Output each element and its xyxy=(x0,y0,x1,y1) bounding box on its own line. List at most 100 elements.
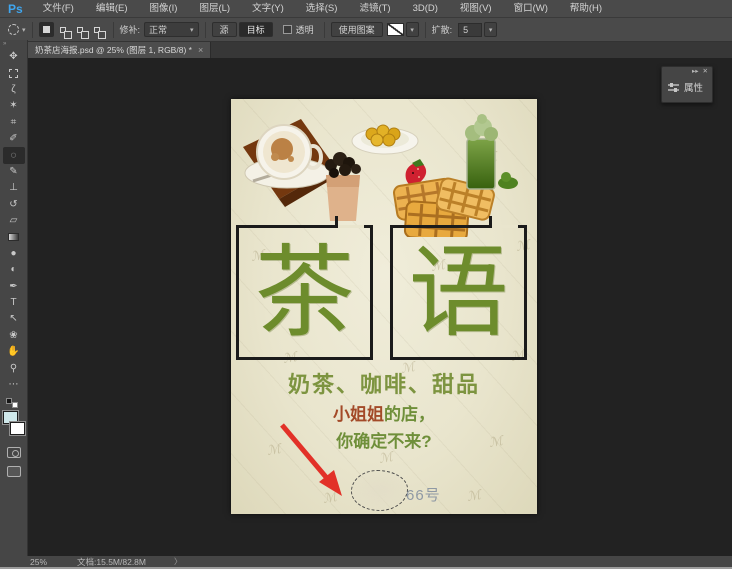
use-pattern-button[interactable]: 使用图案 xyxy=(330,22,383,37)
subtract-selection-mode-button[interactable] xyxy=(73,22,90,39)
caret-down-icon: ▾ xyxy=(410,26,414,34)
pen-tool[interactable]: ✒ xyxy=(3,278,25,294)
hand-tool[interactable]: ✋ xyxy=(3,344,25,360)
dodge-tool[interactable]: ◐ xyxy=(3,262,25,278)
move-tool[interactable]: ✥ xyxy=(3,49,25,65)
coffee-cup-image xyxy=(243,119,335,207)
transparent-label: 透明 xyxy=(295,25,314,35)
eyedropper-tool[interactable]: ✐ xyxy=(3,131,25,147)
crop-tool[interactable]: ⌗ xyxy=(3,115,25,131)
clone-stamp-tool[interactable]: ⊥ xyxy=(3,180,25,196)
collapse-panel-icon[interactable]: ▸▸ xyxy=(692,69,699,76)
color-swatches xyxy=(1,410,26,437)
transparent-checkbox[interactable] xyxy=(282,25,292,34)
eraser-tool[interactable]: ▱ xyxy=(3,213,25,229)
history-brush-tool[interactable]: ↺ xyxy=(3,197,25,213)
intersect-selection-mode-button[interactable] xyxy=(90,22,107,39)
status-bar: 25% 文档:15.5M/82.8M 〉 xyxy=(0,556,732,567)
menu-view[interactable]: 视图(V) xyxy=(449,0,503,18)
edit-toolbar-button[interactable]: ⋯ xyxy=(3,377,25,393)
blur-tool[interactable]: ● xyxy=(3,246,25,262)
default-colors-icon[interactable] xyxy=(5,398,22,409)
subtract-selection-icon xyxy=(77,26,90,39)
properties-panel-label: 属性 xyxy=(684,83,704,94)
gradient-icon xyxy=(8,233,19,242)
menu-image[interactable]: 图像(I) xyxy=(139,0,189,18)
patch-target-button[interactable]: 目标 xyxy=(238,22,273,37)
caret-down-icon: ▾ xyxy=(488,26,493,34)
poster-title-char-left: 茶 xyxy=(254,233,355,351)
properties-panel-button[interactable]: 属性 xyxy=(662,80,712,94)
quick-selection-tool[interactable]: ✶ xyxy=(3,98,25,114)
watermark: ℳ xyxy=(377,449,395,468)
custom-shape-tool[interactable]: ❀ xyxy=(3,328,25,344)
patch-tool[interactable]: ◌ xyxy=(2,147,25,164)
poster-line2-highlight: 小姐姐 xyxy=(333,405,384,424)
menu-layer[interactable]: 图层(L) xyxy=(188,0,241,18)
caret-down-icon[interactable]: ▾ xyxy=(22,26,26,34)
patch-mode-value: 正常 xyxy=(149,25,168,35)
brush-tool[interactable]: ✎ xyxy=(3,164,25,180)
dessert-plate-image xyxy=(351,124,419,155)
diffusion-value-input[interactable]: 5 xyxy=(458,22,483,37)
divider xyxy=(323,21,325,38)
zoom-level-field[interactable]: 25% xyxy=(30,557,47,567)
path-selection-tool[interactable]: ↖ xyxy=(3,311,25,327)
menu-edit[interactable]: 编辑(E) xyxy=(85,0,139,18)
poster-line2-rest: 的店， xyxy=(384,405,435,424)
add-selection-icon xyxy=(60,26,73,39)
diffusion-label: 扩散: xyxy=(431,25,453,35)
rectangular-marquee-tool[interactable] xyxy=(3,65,25,81)
gradient-tool[interactable] xyxy=(3,229,25,245)
tool-preset-picker[interactable]: ▾ xyxy=(8,24,26,35)
tools-panel-collapse-icon[interactable]: » xyxy=(0,40,27,49)
menu-file[interactable]: 文件(F) xyxy=(32,0,85,18)
title-frame-left: 茶 xyxy=(236,216,373,360)
frame-gap xyxy=(338,225,364,228)
patch-source-button[interactable]: 源 xyxy=(211,22,237,37)
new-selection-icon xyxy=(42,26,50,33)
document-area: ℳ ℳ ℳ ℳ ℳ ℳ ℳ ℳ ℳ ℳ ℳ ℳ ℳ ℳ xyxy=(28,58,732,556)
patch-mode-dropdown[interactable]: 正常 ▾ xyxy=(144,22,199,37)
menu-window[interactable]: 窗口(W) xyxy=(503,0,559,18)
menu-help[interactable]: 帮助(H) xyxy=(559,0,613,18)
divider xyxy=(204,21,206,38)
properties-panel: ▸▸ ✕ 属性 xyxy=(661,66,713,103)
patch-tool-preset-icon xyxy=(8,24,19,35)
poster-line3: 你确定不来? xyxy=(336,432,432,451)
status-options-chevron-icon[interactable]: 〉 xyxy=(174,556,182,567)
patch-selection-marching-ants[interactable] xyxy=(351,470,408,511)
lasso-tool[interactable]: ζ xyxy=(3,82,25,98)
diffusion-dropdown-button[interactable]: ▾ xyxy=(484,22,498,37)
menu-3d[interactable]: 3D(D) xyxy=(402,0,449,18)
screen-mode-button[interactable] xyxy=(6,466,21,478)
menu-type[interactable]: 文字(Y) xyxy=(241,0,295,18)
title-frame-right: 语 xyxy=(390,216,527,360)
close-panel-icon[interactable]: ✕ xyxy=(703,69,708,76)
new-selection-mode-button[interactable] xyxy=(38,22,54,37)
document-tab[interactable]: 奶茶店海报.psd @ 25% (图层 1, RGB/8) * × xyxy=(28,42,212,58)
pattern-picker-button[interactable]: ▾ xyxy=(405,22,419,37)
divider xyxy=(31,21,33,38)
frame-gap xyxy=(492,225,518,228)
document-tab-title: 奶茶店海报.psd @ 25% (图层 1, RGB/8) * xyxy=(35,45,192,55)
poster-canvas[interactable]: ℳ ℳ ℳ ℳ ℳ ℳ ℳ ℳ ℳ ℳ ℳ ℳ ℳ ℳ xyxy=(231,99,537,514)
tab-close-icon[interactable]: × xyxy=(198,45,203,55)
zoom-tool[interactable]: ⚲ xyxy=(3,360,25,376)
bubble-tea-image xyxy=(325,152,361,221)
document-tab-bar: 奶茶店海报.psd @ 25% (图层 1, RGB/8) * × xyxy=(28,42,732,58)
background-color-swatch[interactable] xyxy=(8,421,26,437)
menu-filter[interactable]: 滤镜(T) xyxy=(348,0,401,18)
menu-select[interactable]: 选择(S) xyxy=(295,0,349,18)
watermark: ℳ xyxy=(321,489,339,508)
add-to-selection-mode-button[interactable] xyxy=(56,22,73,39)
pattern-swatch[interactable] xyxy=(386,23,404,36)
properties-sliders-icon xyxy=(668,82,679,92)
poster-line2: 小姐姐的店， xyxy=(231,400,537,425)
type-tool[interactable]: T xyxy=(3,295,25,311)
quick-mask-button[interactable] xyxy=(6,447,21,459)
intersect-selection-icon xyxy=(94,26,107,39)
poster-title-char-right: 语 xyxy=(408,233,509,351)
menu-bar: Ps 文件(F) 编辑(E) 图像(I) 图层(L) 文字(Y) 选择(S) 滤… xyxy=(0,0,732,18)
document-size-info: 文档:15.5M/82.8M xyxy=(77,556,146,567)
